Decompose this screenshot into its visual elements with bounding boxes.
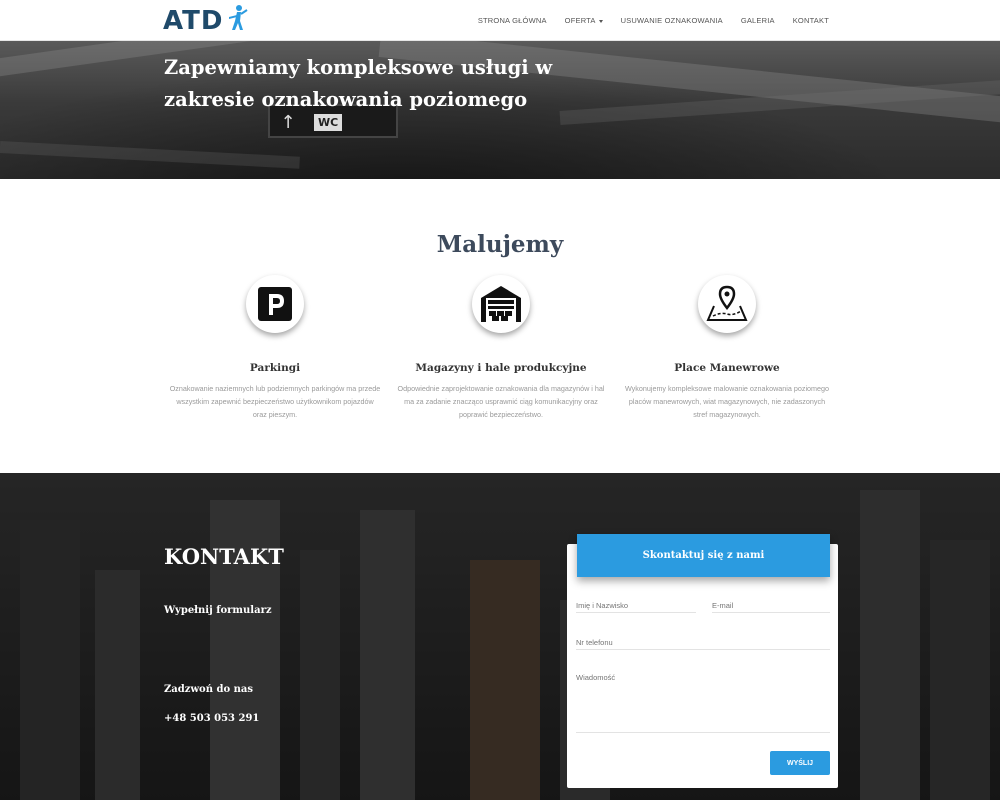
nav-item-contact[interactable]: KONTAKT bbox=[784, 16, 838, 25]
contact-title: KONTAKT bbox=[164, 544, 284, 569]
hero-title-line1: Zapewniamy kompleksowe usługi w bbox=[164, 56, 553, 79]
warehouse-icon bbox=[472, 275, 530, 333]
hero-banner: ↑ WC Zapewniamy kompleksowe usługi w zak… bbox=[0, 41, 1000, 179]
service-parking: Parkingi Oznakowanie naziemnych lub podz… bbox=[169, 275, 381, 421]
service-name: Parkingi bbox=[249, 362, 301, 374]
nav-item-home[interactable]: STRONA GŁÓWNA bbox=[469, 16, 556, 25]
main-nav: STRONA GŁÓWNA OFERTA USUWANIE OZNAKOWANI… bbox=[469, 0, 838, 41]
hero-title: Zapewniamy kompleksowe usługi w zakresie… bbox=[164, 52, 584, 116]
service-name: Place Manewrowe bbox=[674, 362, 780, 374]
nav-item-removal[interactable]: USUWANIE OZNAKOWANIA bbox=[612, 16, 732, 25]
navbar: ATD STRONA GŁÓWNA OFERTA USUWANIE OZNAKO… bbox=[0, 0, 1000, 41]
message-field[interactable] bbox=[576, 673, 830, 733]
caret-down-icon bbox=[598, 19, 603, 23]
phone-field[interactable] bbox=[576, 636, 830, 650]
email-field[interactable] bbox=[712, 599, 830, 613]
map-pin-icon bbox=[698, 275, 756, 333]
service-maneuver-yard: Place Manewrowe Wykonujemy kompleksowe m… bbox=[621, 275, 833, 421]
contact-form-header: Skontaktuj się z nami bbox=[577, 534, 830, 577]
parking-icon bbox=[246, 275, 304, 333]
service-description: Odpowiednie zaprojektowanie oznakowania … bbox=[397, 384, 605, 419]
services-section: Malujemy Parkingi Oznakowanie naziemnych… bbox=[0, 179, 1000, 473]
service-description: Oznakowanie naziemnych lub podziemnych p… bbox=[169, 384, 381, 419]
service-warehouse: Magazyny i hale produkcyjne Odpowiednie … bbox=[395, 275, 607, 421]
wc-sign-label: WC bbox=[314, 114, 343, 131]
logo[interactable]: ATD bbox=[163, 4, 248, 37]
phone-number[interactable]: +48 503 053 291 bbox=[164, 713, 259, 724]
contact-section: KONTAKT Wypełnij formularz Zadzwoń do na… bbox=[0, 473, 1000, 800]
call-us-label: Zadzwoń do nas bbox=[164, 684, 254, 695]
services-title: Malujemy bbox=[436, 231, 564, 258]
submit-button[interactable]: WYŚLIJ bbox=[770, 751, 830, 775]
nav-item-offer-label: OFERTA bbox=[564, 16, 596, 25]
fill-form-label: Wypełnij formularz bbox=[164, 605, 272, 616]
name-field[interactable] bbox=[576, 599, 696, 613]
nav-item-gallery[interactable]: GALERIA bbox=[732, 16, 784, 25]
nav-item-offer[interactable]: OFERTA bbox=[556, 16, 612, 25]
contact-overlay bbox=[0, 473, 1000, 800]
contact-form: Skontaktuj się z nami WYŚLIJ bbox=[567, 534, 838, 788]
hero-beam bbox=[0, 141, 300, 169]
hero-title-line2: zakresie oznakowania poziomego bbox=[164, 88, 528, 111]
logo-text: ATD bbox=[163, 5, 224, 36]
logo-mark-icon bbox=[226, 3, 248, 38]
service-name: Magazyny i hale produkcyjne bbox=[415, 362, 587, 374]
service-description: Wykonujemy kompleksowe malowanie oznakow… bbox=[624, 384, 830, 419]
